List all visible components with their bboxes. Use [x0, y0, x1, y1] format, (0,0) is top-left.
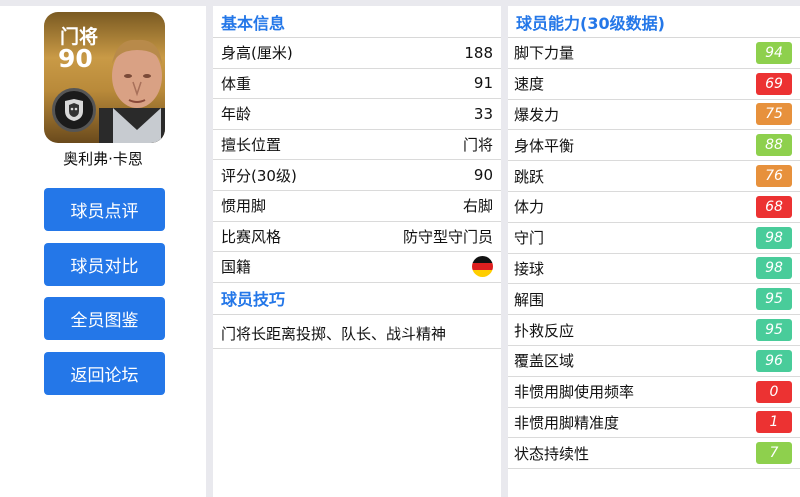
basic-info-title: 基本信息	[213, 6, 501, 38]
ability-row: 体力 68	[508, 192, 800, 223]
ability-value-badge: 75	[756, 103, 792, 126]
ability-row: 爆发力 75	[508, 100, 800, 131]
info-label: 年龄	[221, 105, 252, 124]
info-row: 体重 91	[213, 69, 501, 100]
ability-label: 解围	[514, 290, 545, 309]
ability-row: 状态持续性 7	[508, 438, 800, 470]
info-label: 体重	[221, 74, 252, 93]
player-portrait	[99, 39, 165, 143]
info-row: 比赛风格 防守型守门员	[213, 222, 501, 253]
ability-row: 非惯用脚精准度 1	[508, 408, 800, 439]
abilities-panel: 球员能力(30级数据) 脚下力量 94 速度 69 爆发力 75 身体平衡 88 跳跃 76 体力 6…	[508, 6, 800, 497]
info-row: 擅长位置 门将	[213, 130, 501, 161]
ability-value-badge: 69	[756, 72, 792, 95]
info-value: 188	[464, 43, 493, 62]
ability-label: 身体平衡	[514, 136, 575, 155]
ability-value-badge: 95	[756, 288, 792, 311]
ability-label: 非惯用脚使用频率	[514, 383, 635, 402]
ability-row: 接球 98	[508, 254, 800, 285]
ability-label: 爆发力	[514, 105, 560, 124]
info-value: 右脚	[462, 197, 493, 216]
ability-value-badge: 7	[756, 442, 792, 465]
ability-row: 解围 95	[508, 284, 800, 316]
ability-value-badge: 68	[756, 195, 792, 218]
ability-row: 非惯用脚使用频率 0	[508, 377, 800, 408]
player-compare-button[interactable]: 球员对比	[44, 243, 165, 286]
ability-row: 速度 69	[508, 69, 800, 100]
ability-row: 跳跃 76	[508, 161, 800, 192]
ability-value-badge: 94	[756, 41, 792, 64]
ability-value-badge: 76	[756, 165, 792, 188]
ability-value-badge: 96	[756, 349, 792, 372]
ability-label: 非惯用脚精准度	[514, 413, 620, 432]
ability-row: 守门 98	[508, 223, 800, 254]
ability-label: 扑救反应	[514, 321, 575, 340]
info-label: 评分(30级)	[221, 166, 297, 185]
info-label: 比赛风格	[221, 227, 282, 246]
player-name: 奥利弗·卡恩	[63, 150, 143, 168]
back-to-forum-button[interactable]: 返回论坛	[44, 352, 165, 395]
info-value: 90	[473, 166, 493, 185]
ability-value-badge: 98	[756, 257, 792, 280]
skills-title: 球员技巧	[213, 283, 501, 315]
ability-row: 身体平衡 88	[508, 130, 800, 162]
player-card: 门将 90	[44, 12, 165, 143]
info-label: 国籍	[221, 258, 252, 277]
ability-label: 守门	[514, 229, 545, 248]
ability-value-badge: 98	[756, 226, 792, 249]
ability-row: 覆盖区域 96	[508, 346, 800, 377]
basic-info-panel: 基本信息 身高(厘米) 188 体重 91 年龄 33 擅长位置 门将评分(30级) 90 惯用脚…	[213, 6, 501, 497]
ability-row: 扑救反应 95	[508, 315, 800, 346]
ability-label: 覆盖区域	[514, 352, 575, 371]
info-row: 身高(厘米) 188	[213, 38, 501, 69]
germany-flag-icon	[472, 256, 493, 278]
abilities-title: 球员能力(30级数据)	[508, 6, 800, 38]
info-label: 惯用脚	[221, 197, 267, 216]
ability-row: 脚下力量 94	[508, 38, 800, 69]
ability-label: 接球	[514, 259, 545, 278]
card-rating: 90	[58, 44, 93, 73]
info-value: 门将	[462, 136, 493, 155]
info-value: 91	[473, 74, 493, 93]
info-label: 擅长位置	[221, 136, 282, 155]
ability-label: 状态持续性	[514, 444, 590, 463]
info-row: 评分(30级) 90	[213, 160, 501, 191]
club-crest-icon	[52, 88, 96, 132]
ability-label: 跳跃	[514, 167, 545, 186]
player-profile-panel: 门将 90 奥利弗·卡恩 球员点评 球员对比 全员图鉴 返回论坛	[0, 6, 206, 497]
ability-value-badge: 1	[756, 411, 792, 434]
ability-value-badge: 95	[756, 319, 792, 342]
ability-label: 速度	[514, 75, 545, 94]
info-row-nationality: 国籍	[213, 252, 501, 283]
info-value: 33	[473, 104, 493, 123]
skills-text: 门将长距离投掷、队长、战斗精神	[213, 315, 501, 349]
all-players-catalog-button[interactable]: 全员图鉴	[44, 297, 165, 340]
info-row: 年龄 33	[213, 99, 501, 130]
ability-value-badge: 0	[756, 380, 792, 403]
player-review-button[interactable]: 球员点评	[44, 188, 165, 231]
ability-label: 体力	[514, 198, 545, 217]
info-label: 身高(厘米)	[221, 44, 293, 63]
info-row: 惯用脚 右脚	[213, 191, 501, 222]
info-value: 防守型守门员	[402, 227, 493, 246]
ability-value-badge: 88	[756, 134, 792, 157]
ability-label: 脚下力量	[514, 44, 575, 63]
